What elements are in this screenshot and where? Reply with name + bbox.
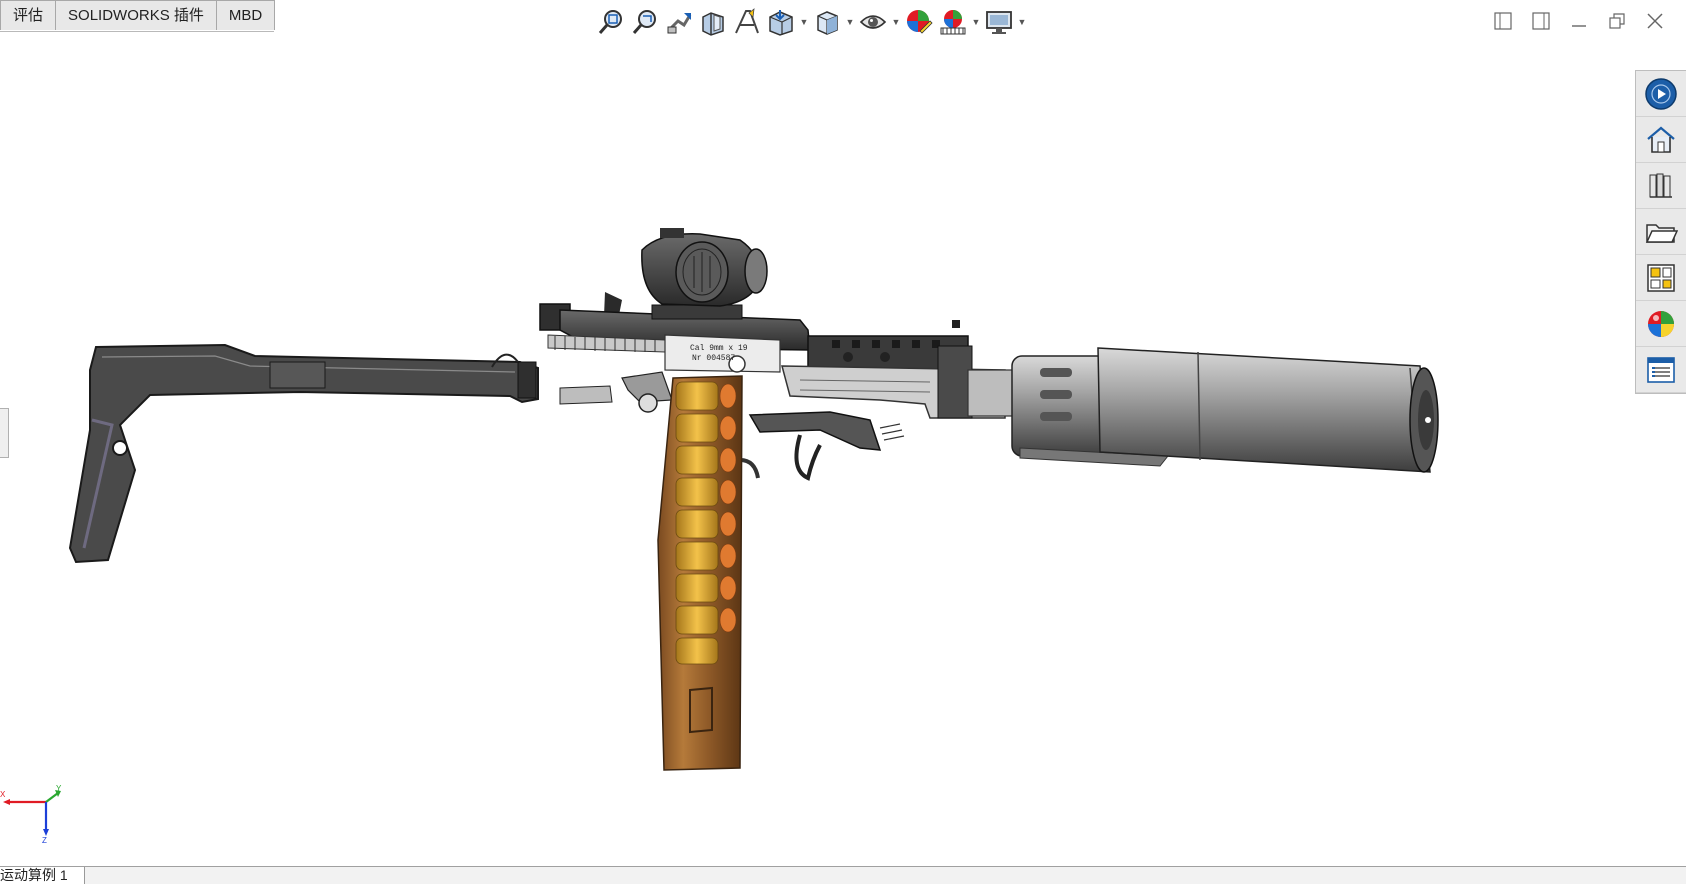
red-dot-sight <box>641 228 768 320</box>
tab-mbd[interactable]: MBD <box>215 0 276 30</box>
close-icon[interactable] <box>1642 8 1668 34</box>
task-pane <box>1635 70 1686 394</box>
tab-motion-study[interactable]: 运动算例 1 <box>0 867 85 884</box>
triad-x-label: X <box>0 790 6 799</box>
appearances-scenes-icon[interactable] <box>1636 301 1686 347</box>
tab-evaluate[interactable]: 评估 <box>0 0 57 30</box>
hide-show-items-icon[interactable] <box>856 5 890 39</box>
custom-properties-icon[interactable] <box>1636 347 1686 393</box>
solidworks-resources-icon[interactable] <box>1636 71 1686 117</box>
graphics-area[interactable]: Cal 9mm x 19 Nr 004587 <box>0 40 1636 866</box>
display-style-icon[interactable] <box>810 5 844 39</box>
zoom-to-area-icon[interactable] <box>628 5 662 39</box>
magazine <box>657 375 743 771</box>
view-palette-icon[interactable] <box>1636 255 1686 301</box>
minimize-icon[interactable] <box>1566 8 1592 34</box>
triad-z-label: Z <box>42 836 47 845</box>
cad-model-smg[interactable]: Cal 9mm x 19 Nr 004587 <box>68 228 1439 771</box>
dynamic-annotation-icon[interactable] <box>730 5 764 39</box>
svg-text:Nr 004587: Nr 004587 <box>692 354 735 363</box>
chevron-down-icon[interactable]: ▼ <box>798 5 810 39</box>
view-orientation-icon[interactable] <box>764 5 798 39</box>
window-controls <box>1490 8 1668 34</box>
chevron-down-icon[interactable]: ▼ <box>970 5 982 39</box>
reference-triad: X Y Z <box>0 785 62 845</box>
tile-left-icon[interactable] <box>1490 8 1516 34</box>
heads-up-view-toolbar: ▼ ▼ ▼ ▼ ▼ <box>594 5 1028 39</box>
file-explorer-icon[interactable] <box>1636 209 1686 255</box>
previous-view-icon[interactable] <box>662 5 696 39</box>
home-icon[interactable] <box>1636 117 1686 163</box>
edit-appearance-icon[interactable] <box>902 5 936 39</box>
bottom-tab-bar: 运动算例 1 <box>0 866 1686 884</box>
suppressor <box>1011 347 1439 473</box>
section-view-icon[interactable] <box>696 5 730 39</box>
chevron-down-icon[interactable]: ▼ <box>844 5 856 39</box>
zoom-to-fit-icon[interactable] <box>594 5 628 39</box>
triad-y-label: Y <box>56 785 62 793</box>
tab-solidworks-addins[interactable]: SOLIDWORKS 插件 <box>55 0 217 30</box>
command-tabs: 评估 SOLIDWORKS 插件 MBD <box>0 0 276 32</box>
tile-right-icon[interactable] <box>1528 8 1554 34</box>
chevron-down-icon[interactable]: ▼ <box>890 5 902 39</box>
restore-icon[interactable] <box>1604 8 1630 34</box>
svg-text:Cal 9mm x 19: Cal 9mm x 19 <box>690 344 748 353</box>
view-settings-icon[interactable] <box>982 5 1016 39</box>
apply-scene-icon[interactable] <box>936 5 970 39</box>
design-library-icon[interactable] <box>1636 163 1686 209</box>
chevron-down-icon[interactable]: ▼ <box>1016 5 1028 39</box>
